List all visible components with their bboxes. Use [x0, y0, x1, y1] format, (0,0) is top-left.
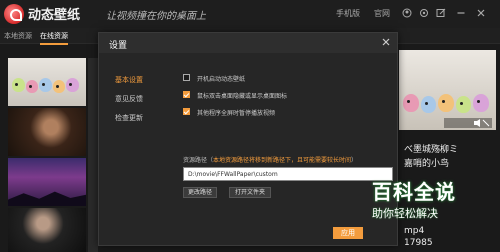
- wallpaper-thumbnail-woman[interactable]: [8, 208, 86, 252]
- wallpaper-thumbnail-mountain[interactable]: [8, 158, 86, 206]
- apply-button[interactable]: 应用: [333, 227, 363, 239]
- resource-path-hint: 本地资源路径将移到新路径下，且可能需要较长时间: [213, 157, 352, 164]
- hide-desktop-icons-label: 鼠标双击桌面隐藏或显示桌面图标: [197, 93, 288, 100]
- autostart-label: 开机启动动态壁纸: [197, 76, 246, 83]
- title-bar: 动态壁纸 让视频撞在你的桌面上 手机版 官网: [0, 0, 500, 28]
- settings-nav: 基本设置 意见反馈 检查更新: [99, 53, 167, 245]
- watermark-subtitle: 助你轻松解决: [372, 207, 438, 220]
- dialog-header: 设置: [99, 33, 397, 53]
- tab-online-resources[interactable]: 在线资源: [40, 31, 68, 45]
- dialog-title: 设置: [109, 41, 128, 51]
- resource-path-input[interactable]: [183, 167, 393, 181]
- dialog-close-icon[interactable]: [381, 37, 391, 47]
- pause-on-fullscreen-checkbox[interactable]: [183, 108, 190, 115]
- close-icon[interactable]: [476, 8, 486, 18]
- pause-on-fullscreen-label: 其他程序全屏时暂停播放视频: [197, 110, 276, 117]
- open-folder-button[interactable]: 打开文件夹: [229, 187, 271, 198]
- app-title: 动态壁纸: [28, 8, 81, 23]
- app-slogan: 让视频撞在你的桌面上: [106, 11, 206, 22]
- resource-path-label: 资源路径（本地资源路径将移到新路径下，且可能需要较长时间）: [183, 157, 358, 164]
- minimize-icon[interactable]: [456, 8, 466, 18]
- mobile-version-link[interactable]: 手机版: [336, 8, 360, 19]
- settings-icon[interactable]: [419, 8, 429, 18]
- tab-local-resources[interactable]: 本地资源: [4, 31, 32, 41]
- nav-feedback[interactable]: 意见反馈: [115, 94, 143, 104]
- official-site-link[interactable]: 官网: [374, 8, 390, 19]
- skin-icon[interactable]: [436, 8, 446, 18]
- watermark-title: 百科全说: [372, 180, 456, 204]
- autostart-checkbox[interactable]: [183, 74, 190, 81]
- wallpaper-title-line2: 嘉哨的小鸟: [404, 159, 450, 169]
- settings-dialog: 设置 基本设置 意见反馈 检查更新 开机启动动态壁纸 鼠标双击桌面隐藏或显示桌面…: [98, 32, 398, 246]
- hide-desktop-icons-checkbox[interactable]: [183, 91, 190, 98]
- wallpaper-format: mp4: [404, 226, 425, 236]
- user-icon[interactable]: [402, 8, 412, 18]
- change-path-button[interactable]: 更改路径: [183, 187, 217, 198]
- thumbnail-column-edge: [88, 58, 98, 252]
- app-logo-icon: [4, 4, 24, 24]
- wallpaper-title-line1: べ墨城殇柳ミ: [404, 145, 459, 155]
- wallpaper-thumbnail-birds[interactable]: [8, 58, 86, 106]
- wallpaper-download-count: 17985: [404, 238, 433, 248]
- wallpaper-thumbnail-girl[interactable]: [8, 108, 86, 156]
- nav-basic-settings[interactable]: 基本设置: [115, 75, 143, 85]
- preview-volume-control[interactable]: [444, 118, 492, 128]
- nav-check-update[interactable]: 检查更新: [115, 113, 143, 123]
